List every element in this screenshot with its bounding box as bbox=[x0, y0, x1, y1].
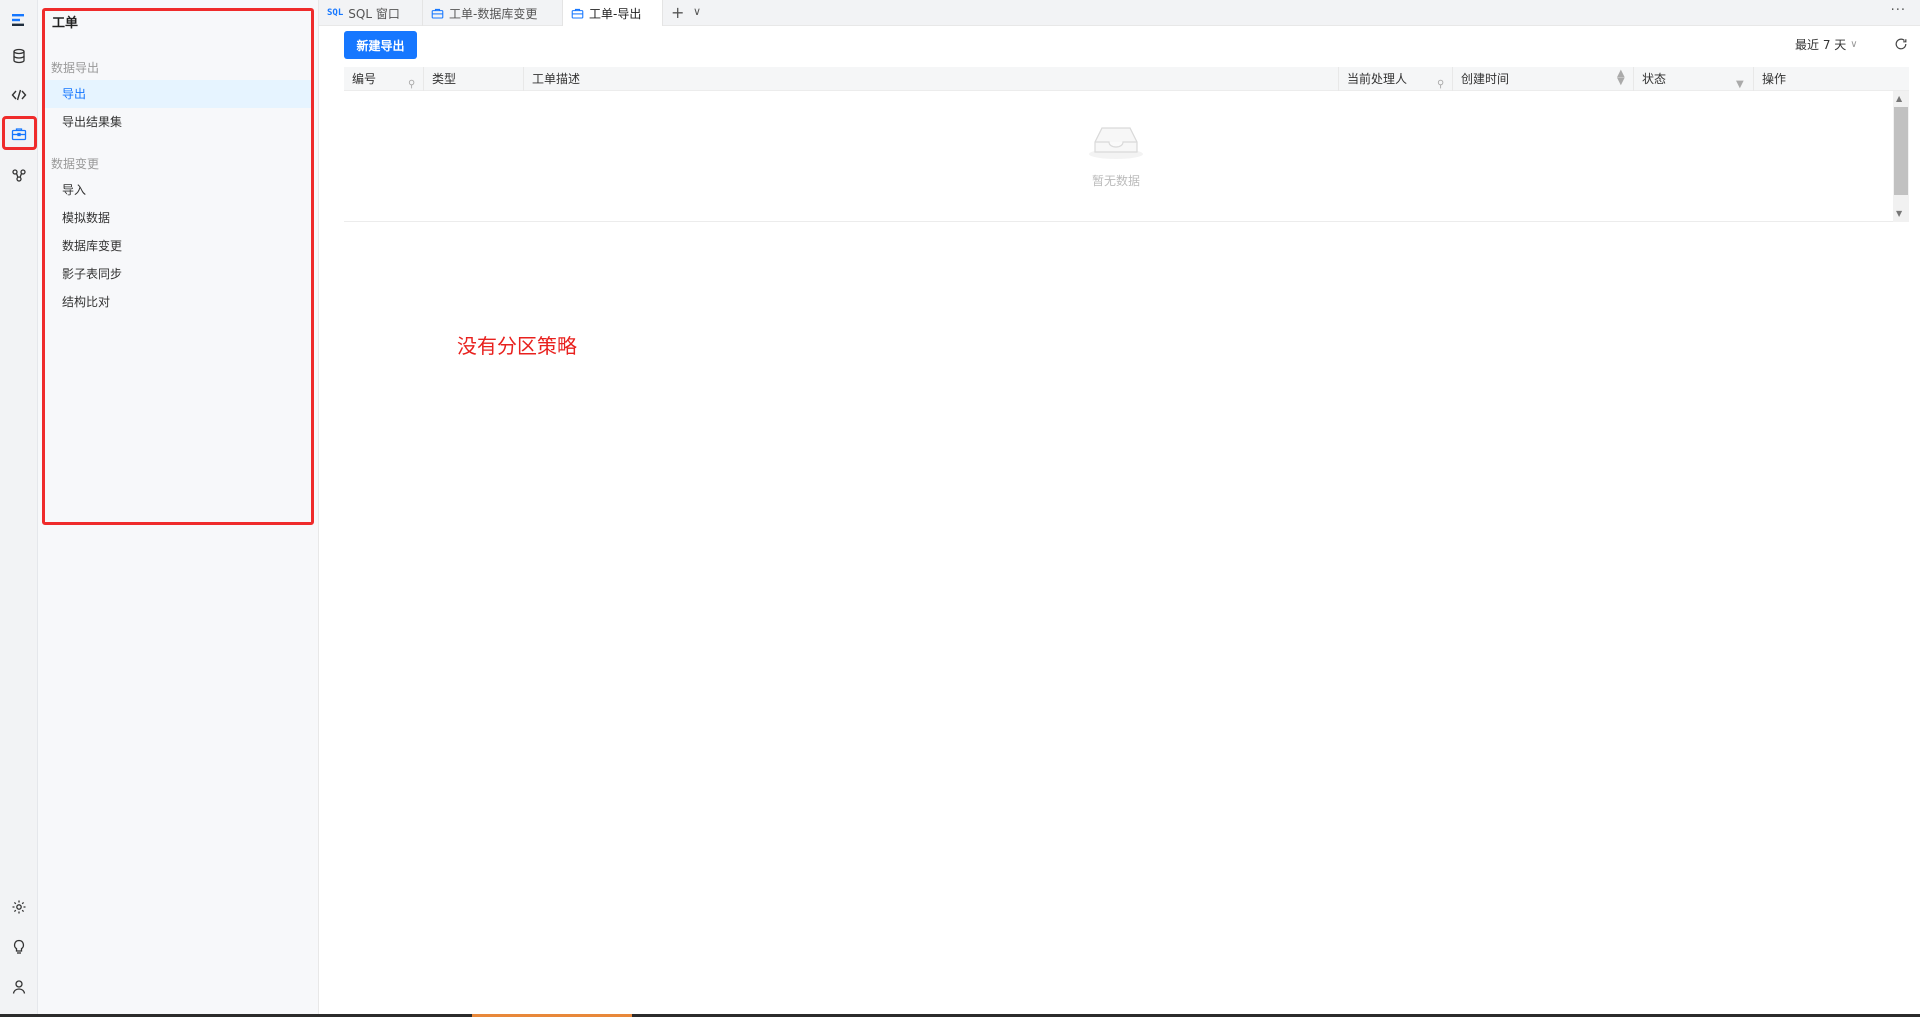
refresh-icon[interactable] bbox=[1894, 37, 1908, 51]
annotation-text: 没有分区策略 bbox=[457, 334, 577, 358]
sidebar-item-mock-data[interactable]: 模拟数据 bbox=[44, 204, 312, 232]
chevron-down-icon[interactable]: ∨ bbox=[693, 5, 701, 18]
database-icon[interactable] bbox=[7, 44, 31, 68]
sort-icon[interactable]: ▲ ▼ bbox=[1617, 69, 1625, 87]
settings-icon[interactable] bbox=[7, 895, 31, 919]
tab-db-change[interactable]: 工单-数据库变更 bbox=[423, 0, 563, 26]
column-label: 创建时间 bbox=[1461, 72, 1510, 86]
sidebar-item-shadow-sync[interactable]: 影子表同步 bbox=[44, 260, 312, 288]
column-header-actions: 操作 bbox=[1754, 67, 1909, 91]
column-label: 类型 bbox=[432, 72, 457, 86]
column-header-handler[interactable]: 当前处理人 ⚲ bbox=[1339, 67, 1453, 91]
tab-sql-window[interactable]: SQL SQL 窗口 bbox=[319, 0, 423, 26]
tab-label: 工单-导出 bbox=[589, 6, 642, 21]
briefcase-icon bbox=[571, 8, 584, 18]
column-header-id[interactable]: 编号 ⚲ bbox=[344, 67, 424, 91]
sidebar-item-export-result[interactable]: 导出结果集 bbox=[44, 108, 312, 136]
user-icon[interactable] bbox=[7, 975, 31, 999]
new-export-button[interactable]: 新建导出 bbox=[344, 31, 417, 59]
column-header-created-time[interactable]: 创建时间 ▲ ▼ bbox=[1453, 67, 1634, 91]
tab-label: SQL 窗口 bbox=[348, 6, 400, 21]
empty-text: 暂无数据 bbox=[1092, 174, 1141, 188]
logo-icon[interactable] bbox=[7, 8, 31, 32]
rail-active-highlight bbox=[2, 116, 37, 150]
sidebar-item-import[interactable]: 导入 bbox=[44, 176, 312, 204]
column-label: 编号 bbox=[352, 72, 377, 86]
scrollbar-thumb[interactable] bbox=[1894, 107, 1908, 195]
column-header-type: 类型 bbox=[424, 67, 524, 91]
icon-rail bbox=[0, 0, 38, 1017]
integration-icon[interactable] bbox=[7, 163, 31, 187]
briefcase-icon bbox=[431, 8, 444, 18]
sidebar-item-export[interactable]: 导出 bbox=[44, 80, 312, 108]
group-title-change: 数据变更 bbox=[51, 157, 100, 171]
column-label: 工单描述 bbox=[532, 72, 581, 86]
lightbulb-icon[interactable] bbox=[7, 935, 31, 959]
scroll-down-icon[interactable]: ▼ bbox=[1896, 209, 1902, 218]
column-label: 状态 bbox=[1642, 72, 1667, 86]
sidebar-title: 工单 bbox=[52, 16, 79, 31]
chevron-down-icon: ∨ bbox=[1850, 39, 1858, 50]
add-tab-icon[interactable]: + bbox=[671, 3, 684, 22]
column-label: 操作 bbox=[1762, 72, 1787, 86]
sidebar-item-structure-compare[interactable]: 结构比对 bbox=[44, 288, 312, 316]
column-label: 当前处理人 bbox=[1347, 72, 1408, 86]
sql-icon: SQL bbox=[327, 8, 344, 18]
sidebar: 工单 数据导出 导出 导出结果集 数据变更 导入 模拟数据 数据库变更 影子表同… bbox=[38, 0, 319, 1017]
group-title-export: 数据导出 bbox=[51, 61, 100, 75]
code-icon[interactable] bbox=[7, 83, 31, 107]
tab-label: 工单-数据库变更 bbox=[449, 6, 538, 21]
column-header-description: 工单描述 bbox=[524, 67, 1339, 91]
empty-inbox-icon bbox=[1089, 127, 1143, 159]
app-window: 工单 数据导出 导出 导出结果集 数据变更 导入 模拟数据 数据库变更 影子表同… bbox=[0, 0, 1920, 1017]
time-range-select[interactable]: 最近 7 天 ∨ bbox=[1795, 36, 1858, 53]
tab-export[interactable]: 工单-导出 bbox=[563, 0, 663, 26]
tab-bar: SQL SQL 窗口 工单-数据库变更 工单-导出 + ∨ ··· bbox=[319, 0, 1920, 26]
scroll-up-icon[interactable]: ▲ bbox=[1896, 94, 1902, 103]
column-header-status[interactable]: 状态 ▼ bbox=[1634, 67, 1754, 91]
time-range-value: 最近 7 天 bbox=[1795, 38, 1847, 52]
sidebar-item-db-change[interactable]: 数据库变更 bbox=[44, 232, 312, 260]
more-icon[interactable]: ··· bbox=[1891, 3, 1906, 18]
table-header: 编号 ⚲ 类型 工单描述 当前处理人 ⚲ 创建时间 ▲ ▼ 状态 ▼ 操作 bbox=[344, 67, 1909, 91]
